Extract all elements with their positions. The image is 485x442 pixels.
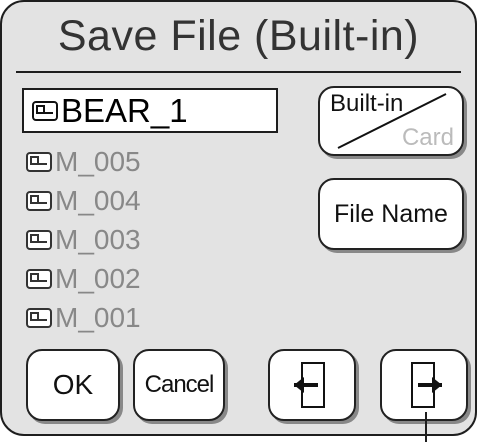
file-item-label: M_005 (55, 145, 141, 177)
file-item-label: M_002 (55, 262, 141, 294)
title-divider (16, 71, 461, 73)
file-item-label: M_003 (55, 223, 141, 255)
file-list: M_005 M_004 M_003 M_002 M_001 (26, 142, 141, 337)
card-label: Card (401, 124, 454, 151)
ok-button-label: OK (52, 369, 94, 400)
page-prev-arrow-icon (294, 362, 325, 408)
file-icon (26, 229, 52, 250)
cancel-button-label: Cancel (144, 371, 215, 398)
list-item[interactable]: M_001 (26, 298, 141, 337)
save-file-dialog: Save File (Built-in) BEAR_1 M_005 M_004 … (0, 0, 477, 436)
file-name-button[interactable]: File Name (318, 178, 464, 250)
cancel-button[interactable]: Cancel (133, 349, 225, 421)
ok-button[interactable]: OK (26, 349, 120, 421)
file-icon (32, 100, 58, 121)
file-icon (26, 190, 52, 211)
file-icon (26, 151, 52, 172)
file-name-button-label: File Name (334, 199, 448, 228)
file-item-label: M_001 (55, 301, 141, 333)
file-name-value: BEAR_1 (61, 91, 188, 129)
page-next-arrow-icon (411, 362, 442, 408)
list-item[interactable]: M_004 (26, 181, 141, 220)
page-next-button[interactable] (380, 349, 468, 421)
list-item[interactable]: M_005 (26, 142, 141, 181)
pointer-line (425, 412, 427, 442)
list-item[interactable]: M_002 (26, 259, 141, 298)
file-icon (26, 268, 52, 289)
file-icon (26, 307, 52, 328)
file-item-label: M_004 (55, 184, 141, 216)
list-item[interactable]: M_003 (26, 220, 141, 259)
builtin-label: Built-in (330, 90, 404, 117)
dialog-title: Save File (Built-in) (57, 12, 420, 60)
storage-toggle-button[interactable]: Built-in Card (318, 86, 464, 156)
page-prev-button[interactable] (268, 349, 356, 421)
file-name-field[interactable]: BEAR_1 (22, 88, 278, 133)
